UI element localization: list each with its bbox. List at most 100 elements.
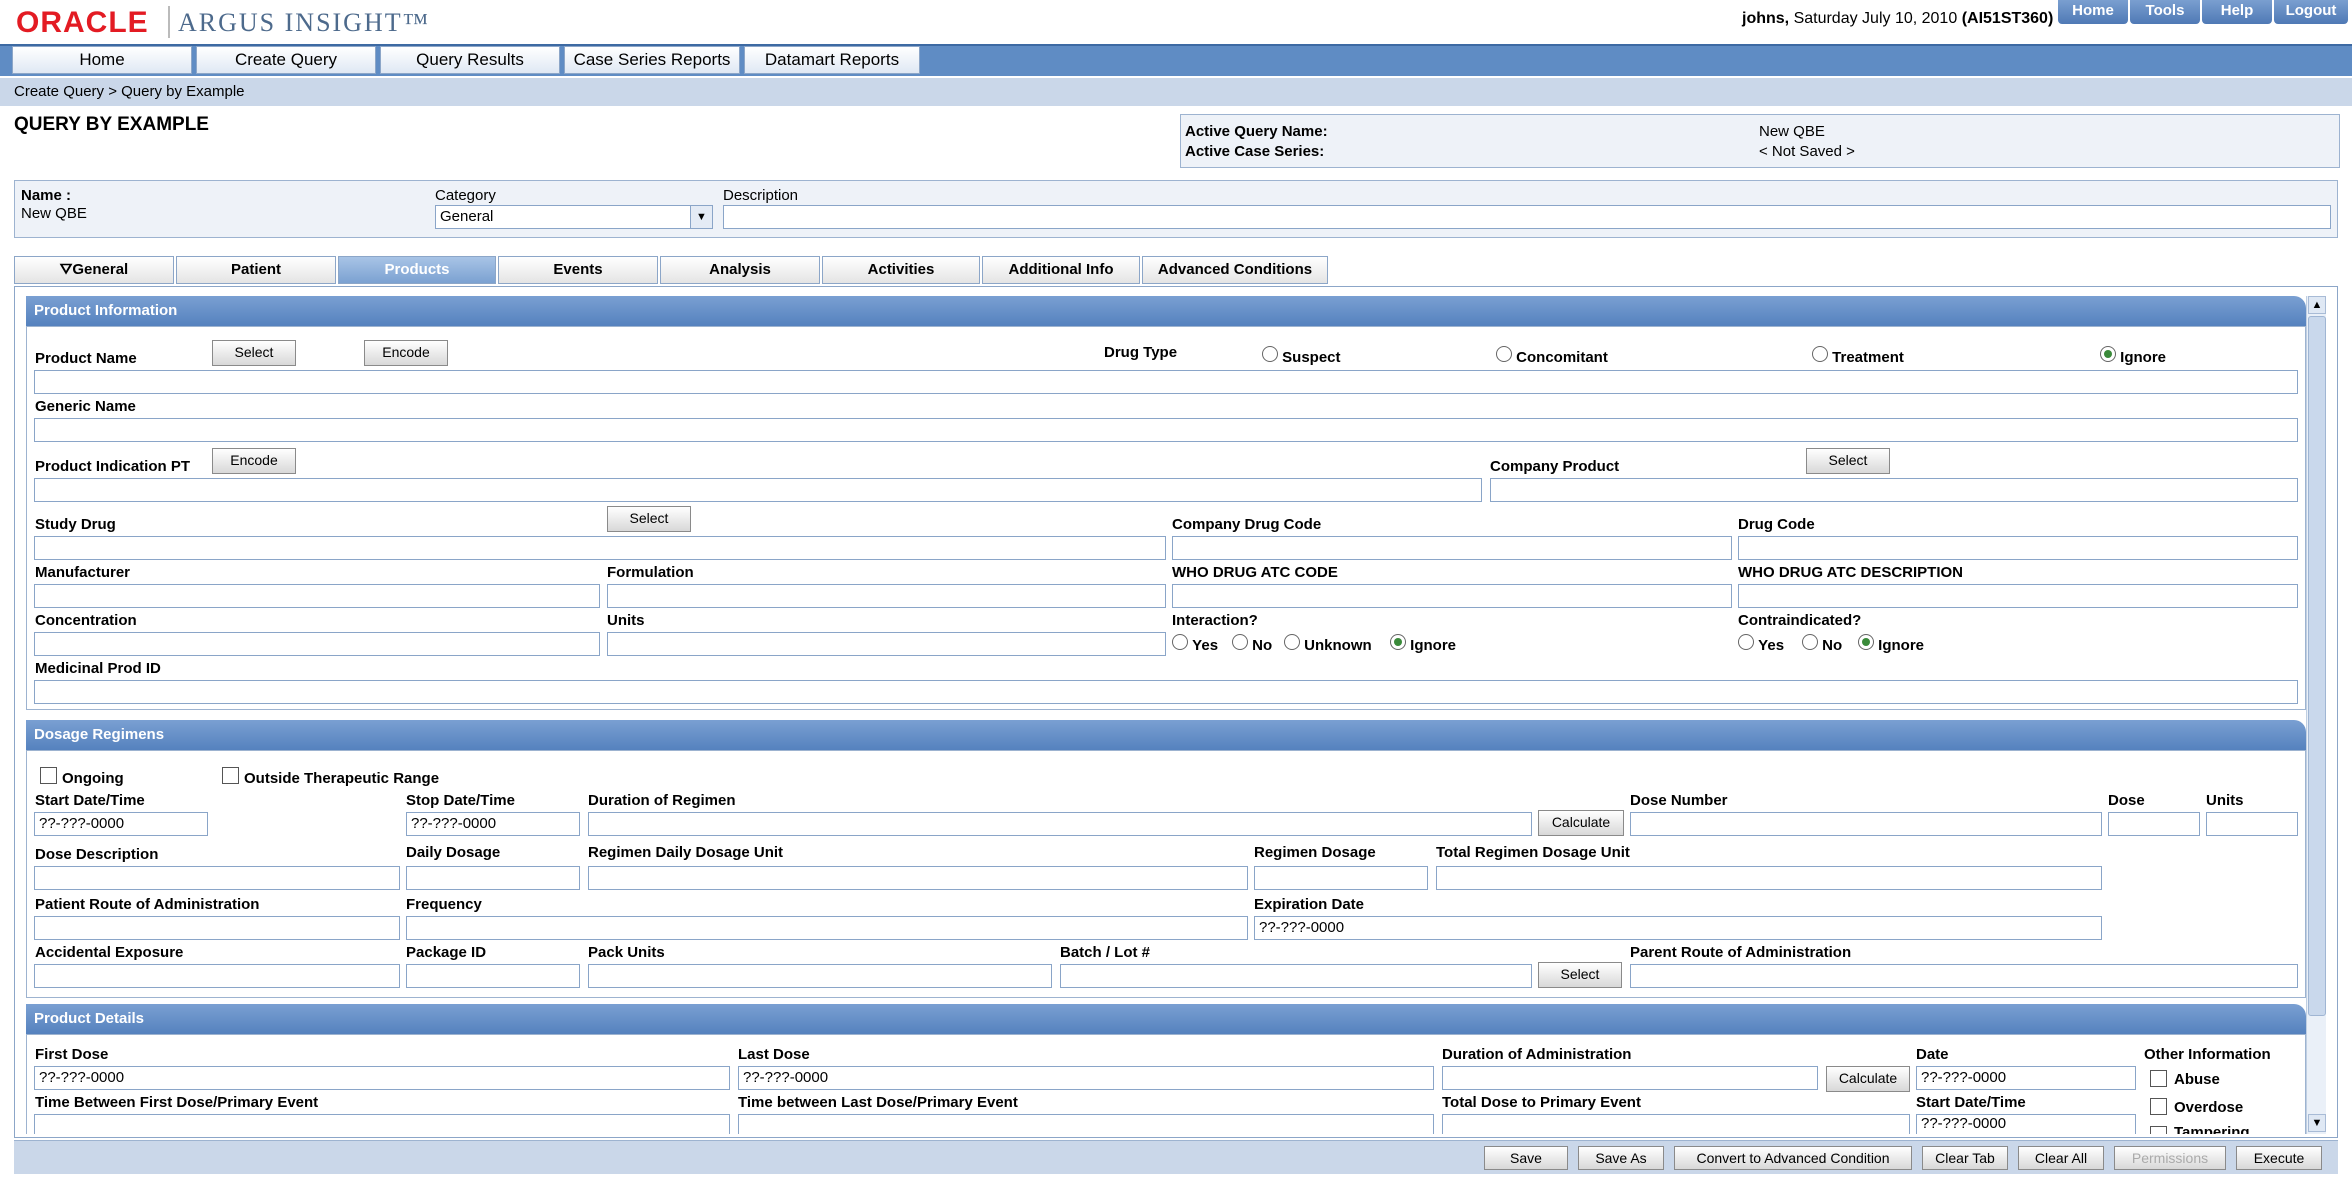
convert-advanced-button[interactable]: Convert to Advanced Condition [1674,1146,1912,1170]
contraindicated-ignore[interactable]: Ignore [1858,634,1924,654]
nav-datamart-reports[interactable]: Datamart Reports [744,46,920,74]
dose-input[interactable] [2108,812,2200,836]
units-input[interactable] [607,632,1166,656]
product-indication-input[interactable] [34,478,1482,502]
drug-type-suspect[interactable]: Suspect [1262,346,1341,366]
route-input[interactable] [34,916,400,940]
top-logout-link[interactable]: Logout [2274,0,2348,24]
last-dose-input[interactable]: ??-???-0000 [738,1066,1434,1090]
scroll-down-icon[interactable]: ▼ [2308,1114,2326,1132]
expiration-input[interactable]: ??-???-0000 [1254,916,2102,940]
regimen-daily-unit-input[interactable] [588,866,1248,890]
batch-select-button[interactable]: Select [1538,962,1622,988]
scroll-thumb[interactable] [2308,316,2326,1016]
save-as-button[interactable]: Save As [1578,1146,1664,1170]
package-id-input[interactable] [406,964,580,988]
radio-treatment[interactable] [1812,346,1828,362]
tab-advanced-conditions[interactable]: Advanced Conditions [1142,256,1328,284]
radio-suspect[interactable] [1262,346,1278,362]
contraindicated-no[interactable]: No [1802,634,1842,654]
company-product-input[interactable] [1490,478,2298,502]
clear-all-button[interactable]: Clear All [2018,1146,2104,1170]
drug-code-input[interactable] [1738,536,2298,560]
accidental-exposure-input[interactable] [34,964,400,988]
tab-analysis[interactable]: Analysis [660,256,820,284]
who-atc-code-input[interactable] [1172,584,1732,608]
radio-interaction-yes[interactable] [1172,634,1188,650]
time-last-input[interactable] [738,1114,1434,1134]
category-select[interactable]: General ▼ [435,205,713,229]
execute-button[interactable]: Execute [2236,1146,2322,1170]
drug-type-concomitant[interactable]: Concomitant [1496,346,1608,366]
radio-interaction-unknown[interactable] [1284,634,1300,650]
description-input[interactable] [723,205,2331,229]
date-input[interactable]: ??-???-0000 [1916,1066,2136,1090]
nav-case-series-reports[interactable]: Case Series Reports [564,46,740,74]
interaction-yes[interactable]: Yes [1172,634,1218,654]
drug-type-treatment[interactable]: Treatment [1812,346,1904,366]
outside-range-checkbox[interactable] [222,767,239,784]
interaction-unknown[interactable]: Unknown [1284,634,1372,654]
radio-concomitant[interactable] [1496,346,1512,362]
tampering-checkbox[interactable] [2150,1126,2167,1134]
product-name-encode-button[interactable]: Encode [364,340,448,366]
study-drug-select-button[interactable]: Select [607,506,691,532]
frequency-input[interactable] [406,916,1248,940]
abuse-checkbox[interactable] [2150,1070,2167,1087]
who-atc-desc-input[interactable] [1738,584,2298,608]
tab-additional-info[interactable]: Additional Info [982,256,1140,284]
regimen-calculate-button[interactable]: Calculate [1538,810,1624,836]
company-product-select-button[interactable]: Select [1806,448,1890,474]
radio-contraindicated-ignore[interactable] [1858,634,1874,650]
first-dose-input[interactable]: ??-???-0000 [34,1066,730,1090]
radio-contraindicated-no[interactable] [1802,634,1818,650]
product-name-input[interactable] [34,370,2298,394]
save-button[interactable]: Save [1484,1146,1568,1170]
panel-scrollbar[interactable]: ▲ ▼ [2306,296,2326,1134]
manufacturer-input[interactable] [34,584,600,608]
duration-regimen-input[interactable] [588,812,1532,836]
radio-interaction-ignore[interactable] [1390,634,1406,650]
stop-dt-input[interactable]: ??-???-0000 [406,812,580,836]
product-name-select-button[interactable]: Select [212,340,296,366]
time-first-input[interactable] [34,1114,730,1134]
nav-home[interactable]: Home [12,46,192,74]
admin-calculate-button[interactable]: Calculate [1826,1066,1910,1092]
total-dose-input[interactable] [1442,1114,1910,1134]
top-tools-link[interactable]: Tools [2130,0,2200,24]
interaction-ignore[interactable]: Ignore [1390,634,1456,654]
radio-ignore[interactable] [2100,346,2116,362]
tab-products[interactable]: Products [338,256,496,284]
tab-general[interactable]: ⛛General [14,256,174,284]
pack-units-input[interactable] [588,964,1052,988]
tab-activities[interactable]: Activities [822,256,980,284]
ongoing-checkbox[interactable] [40,767,57,784]
regimen-dosage-input[interactable] [1254,866,1428,890]
permissions-button[interactable]: Permissions [2114,1146,2226,1170]
dose-description-input[interactable] [34,866,400,890]
top-help-link[interactable]: Help [2202,0,2272,24]
scroll-up-icon[interactable]: ▲ [2308,296,2326,314]
nav-query-results[interactable]: Query Results [380,46,560,74]
study-drug-input[interactable] [34,536,1166,560]
company-drug-code-input[interactable] [1172,536,1732,560]
start-dt-input[interactable]: ??-???-0000 [34,812,208,836]
contraindicated-yes[interactable]: Yes [1738,634,1784,654]
dose-units-input[interactable] [2206,812,2298,836]
tab-events[interactable]: Events [498,256,658,284]
nav-create-query[interactable]: Create Query [196,46,376,74]
top-home-link[interactable]: Home [2058,0,2128,24]
total-regimen-unit-input[interactable] [1436,866,2102,890]
daily-dosage-input[interactable] [406,866,580,890]
formulation-input[interactable] [607,584,1166,608]
interaction-no[interactable]: No [1232,634,1272,654]
duration-admin-input[interactable] [1442,1066,1818,1090]
dose-number-input[interactable] [1630,812,2102,836]
clear-tab-button[interactable]: Clear Tab [1922,1146,2008,1170]
medicinal-prod-id-input[interactable] [34,680,2298,704]
details-start-dt-input[interactable]: ??-???-0000 [1916,1114,2136,1134]
indication-encode-button[interactable]: Encode [212,448,296,474]
radio-contraindicated-yes[interactable] [1738,634,1754,650]
concentration-input[interactable] [34,632,600,656]
tab-patient[interactable]: Patient [176,256,336,284]
